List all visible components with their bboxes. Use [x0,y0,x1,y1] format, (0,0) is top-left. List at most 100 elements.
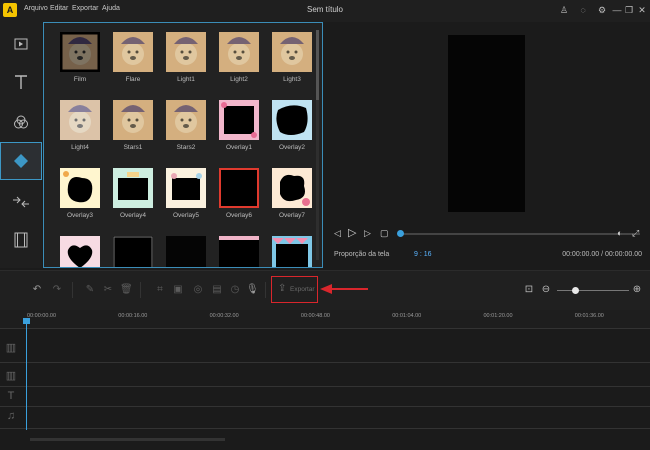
transitions-icon [13,196,29,208]
sidebar-item-overlays[interactable] [0,142,42,180]
library-thumbnail[interactable] [219,32,259,72]
maximize-button[interactable]: ❐ [623,4,635,16]
library-thumbnail[interactable] [60,100,100,140]
library-thumbnail[interactable] [57,29,103,75]
thumbnail-image [113,236,153,267]
zoom-out-icon[interactable]: ⊖ [540,284,552,296]
ruler-tick-label: 00:01:04.00 [392,313,422,319]
track-divider [0,362,650,363]
thumbnail-image [219,236,259,267]
duration-icon[interactable]: ◷ [229,284,241,296]
play-icon[interactable]: ▷ [348,226,356,239]
library-thumbnail[interactable] [166,32,206,72]
thumbnail-image [113,100,153,140]
elements-icon [14,232,28,248]
microphone-icon[interactable]: 🎙 [246,284,259,296]
library-thumbnail[interactable] [166,100,206,140]
thumbnail-image [272,100,312,140]
fit-icon[interactable]: ⊡ [523,284,535,296]
preview-canvas [448,35,525,212]
zoom-in-icon[interactable]: ⊕ [631,284,643,296]
timeline [0,310,650,450]
library-thumbnail[interactable] [219,168,259,208]
library-thumbnail[interactable] [219,100,259,140]
fullscreen-icon[interactable]: ⤢ [632,228,639,239]
timecode: 00:00:00.00 / 00:00:00.00 [562,251,642,258]
playhead[interactable] [26,318,27,430]
export-button[interactable]: Exportar [290,286,315,293]
redo-icon[interactable]: ↷ [51,284,63,296]
sidebar-item-media[interactable] [0,26,42,62]
library-item-label: Stars1 [123,144,143,151]
delete-icon[interactable]: 🗑 [120,284,133,296]
thumbnail-image [113,32,153,72]
freeze-icon[interactable]: ▤ [211,284,223,296]
user-icon[interactable]: ♙ [558,4,570,16]
export-icon[interactable]: ⇪ [278,283,286,294]
zoom-slider[interactable] [557,290,629,291]
library-item-label: Overlay7 [278,212,305,219]
sidebar-item-text[interactable] [0,64,42,100]
thumbnail-image [57,29,103,75]
speed-icon[interactable]: ◎ [192,284,204,296]
thumbnail-image [272,168,312,208]
ruler-tick-label: 00:00:48.00 [300,313,330,319]
filters-icon [14,115,28,129]
library-thumbnail[interactable] [113,168,153,208]
minimize-button[interactable]: — [611,4,623,16]
playhead-handle[interactable] [23,318,30,324]
sidebar-item-elements[interactable] [0,222,42,258]
aspect-ratio-value[interactable]: 9 : 16 [414,251,432,258]
crop-icon[interactable]: ⌗ [154,284,166,296]
library-thumbnail[interactable] [113,236,153,267]
annotation-arrow [320,284,368,294]
volume-icon[interactable]: ◐ [617,228,622,238]
playback-progress[interactable] [400,233,640,235]
ruler-tick-label: 00:01:20.00 [483,313,513,319]
track-divider [0,428,650,429]
thumbnail-image [166,32,206,72]
next-frame-icon[interactable]: ▷ [364,228,371,239]
thumbnail-image [60,168,100,208]
sidebar-item-filters[interactable] [0,104,42,140]
close-button[interactable]: ✕ [636,4,648,16]
thumbnail-image [113,168,153,208]
thumbnail-image [166,236,206,267]
track-divider [0,406,650,407]
library-thumbnail[interactable] [166,168,206,208]
mosaic-icon[interactable]: ▣ [172,284,184,296]
timeline-scrollbar[interactable] [30,438,225,441]
library-thumbnail[interactable] [60,236,100,267]
settings-icon[interactable]: ⚙ [596,4,608,16]
overlay-track-icon: ▥ [5,370,17,382]
library-thumbnail[interactable] [113,32,153,72]
library-thumbnail[interactable] [113,100,153,140]
library-thumbnail[interactable] [272,236,312,267]
separator [265,282,266,298]
feedback-icon[interactable]: ◌ [577,4,589,16]
undo-icon[interactable]: ↶ [31,284,43,296]
library-thumbnail[interactable] [272,100,312,140]
library-thumbnail[interactable] [219,236,259,267]
stop-icon[interactable]: ▢ [380,228,389,239]
sidebar-item-transitions[interactable] [0,184,42,220]
library-thumbnail[interactable] [60,168,100,208]
text-track-icon: T [7,390,15,402]
separator [72,282,73,298]
video-track-icon: ▥ [5,342,17,354]
library-scrollbar[interactable] [316,30,319,260]
prev-frame-icon[interactable]: ◁ [334,228,341,239]
library-thumbnail[interactable] [166,236,206,267]
zoom-knob[interactable] [572,287,579,294]
timeline-ruler[interactable]: 00:00:00.00 00:00:16.00 00:00:32.00 00:00:4… [0,310,650,329]
thumbnail-image [166,168,206,208]
library-item-label: Overlay5 [172,212,199,219]
playback-knob[interactable] [397,230,404,237]
library-item-label: Light2 [230,76,248,83]
edit-icon[interactable]: ✎ [84,284,96,296]
library-thumbnail[interactable] [272,168,312,208]
library-thumbnail[interactable] [272,32,312,72]
media-icon [14,38,28,50]
library-item-label: Overlay6 [225,212,252,219]
cut-icon[interactable]: ✂ [102,284,114,296]
